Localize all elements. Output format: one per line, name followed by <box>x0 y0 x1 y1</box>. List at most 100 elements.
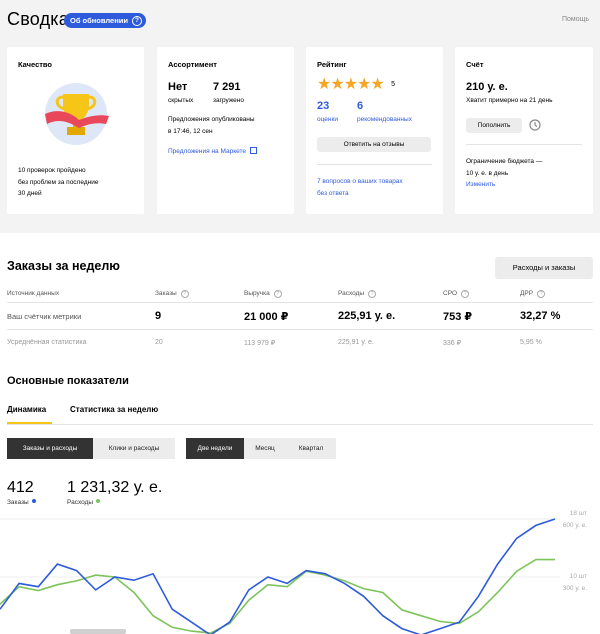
market-offers-link-label: Предложения на Маркете <box>168 148 247 155</box>
expenses-line <box>0 558 555 634</box>
divider <box>7 424 593 425</box>
quality-text-line: 10 проверок пройдено <box>18 167 86 174</box>
rating-stars: ★★★★★ 5 <box>317 74 395 94</box>
expenses-total: 1 231,32 у. е. <box>67 479 163 496</box>
col-orders: Заказы? <box>155 290 189 298</box>
tab-dynamics[interactable]: Динамика <box>7 405 46 414</box>
info-icon[interactable]: ? <box>368 290 377 298</box>
row-orders: 9 <box>155 310 162 322</box>
account-card: Счёт 210 у. е. Хватит примерно на 21 ден… <box>455 47 593 214</box>
unanswered-questions-link[interactable]: 7 вопросов о ваших товарах без ответа <box>317 176 403 199</box>
reviews-label[interactable]: оценки <box>317 114 338 126</box>
divider <box>7 302 593 303</box>
col-cpo: CPO? <box>443 290 470 298</box>
loaded-label: загружено <box>213 97 244 104</box>
row-source: Усреднённая статистика <box>7 339 87 346</box>
row-cpo: 753 ₽ <box>443 311 473 323</box>
row-drr: 32,27 % <box>520 310 561 322</box>
summary-panel: Сводка Об обновлении? Помощь Качество 10… <box>0 0 600 233</box>
col-revenue: Выручка? <box>244 290 282 298</box>
rating-card: Рейтинг ★★★★★ 5 23 оценки 6 рекомендован… <box>306 47 443 214</box>
row-expenses: 225,91 у. е. <box>338 310 396 322</box>
row-revenue: 113 979 ₽ <box>244 340 276 347</box>
col-cpo-label: CPO <box>443 290 458 297</box>
history-icon[interactable] <box>528 118 542 132</box>
topup-button[interactable]: Пополнить <box>466 118 522 133</box>
tab-weekly-stats[interactable]: Статистика за неделю <box>70 405 158 414</box>
account-title: Счёт <box>466 60 484 69</box>
budget-line: Ограничение бюджета — <box>466 158 543 165</box>
quality-card: Качество 10 проверок пройдено без пробле… <box>7 47 144 214</box>
loaded-count: 7 291 <box>213 81 241 93</box>
budget-limit: Ограничение бюджета — 10 у. е. в день <box>466 156 542 179</box>
seg-orders-expenses[interactable]: Заказы и расходы <box>7 438 93 459</box>
market-offers-link[interactable]: Предложения на Маркете <box>168 146 257 158</box>
divider <box>7 329 593 330</box>
trophy-icon <box>45 83 109 145</box>
metrics-title: Основные показатели <box>7 375 129 387</box>
help-link[interactable]: Помощь <box>562 16 589 23</box>
external-link-icon <box>249 147 257 154</box>
orders-total: 412 <box>7 479 34 496</box>
star-icon: ★ <box>317 76 331 93</box>
hidden-count: Нет <box>168 81 188 93</box>
seg-two-weeks[interactable]: Две недели <box>186 438 244 459</box>
reviews-count[interactable]: 23 <box>317 100 329 112</box>
published-line: Предложения опубликованы <box>168 116 255 123</box>
star-icon: ★ <box>357 76 371 93</box>
answer-reviews-button[interactable]: Ответить на отзывы <box>317 137 431 152</box>
rating-title: Рейтинг <box>317 60 347 69</box>
questions-line: 7 вопросов о ваших товарах <box>317 178 403 185</box>
info-icon[interactable]: ? <box>180 290 189 298</box>
budget-line: 10 у. е. в день <box>466 169 509 177</box>
recommended-count[interactable]: 6 <box>357 100 363 112</box>
page-title: Сводка <box>7 9 69 29</box>
col-drr-label: ДРР <box>520 290 534 297</box>
change-budget-link[interactable]: Изменить <box>466 179 495 191</box>
updates-badge[interactable]: Об обновлении? <box>64 13 146 28</box>
scrollbar[interactable] <box>70 629 126 634</box>
dynamics-chart <box>0 518 560 634</box>
balance-forecast: Хватит примерно на 21 день <box>466 97 553 104</box>
quality-title: Качество <box>18 60 53 69</box>
seg-month[interactable]: Месяц <box>244 438 286 459</box>
info-icon[interactable]: ? <box>461 290 470 298</box>
info-icon: ? <box>131 15 142 26</box>
assortment-card: Ассортимент Нет скрытых 7 291 загружено … <box>157 47 294 214</box>
col-expenses-label: Расходы <box>338 290 365 297</box>
col-orders-label: Заказы <box>155 290 177 297</box>
row-cpo: 336 ₽ <box>443 340 462 347</box>
row-revenue: 21 000 ₽ <box>244 311 289 323</box>
divider <box>317 164 432 165</box>
orders-title: Заказы за неделю <box>7 259 120 273</box>
published-line: в 17:46, 12 сен <box>168 127 213 135</box>
questions-line: без ответа <box>317 189 349 197</box>
col-source: Источник данных <box>7 290 60 297</box>
recommended-label[interactable]: рекомендованных <box>357 114 412 126</box>
col-drr: ДРР? <box>520 290 546 298</box>
expenses-orders-button[interactable]: Расходы и заказы <box>495 257 593 279</box>
quality-text: 10 проверок пройдено без проблем за посл… <box>18 165 98 200</box>
published-text: Предложения опубликованы в 17:46, 12 сен <box>168 114 255 137</box>
orders-dot <box>31 499 36 503</box>
star-icon: ★ <box>370 76 384 93</box>
info-icon[interactable]: ? <box>537 290 546 298</box>
expenses-dot <box>96 499 101 503</box>
seg-clicks-expenses[interactable]: Клики и расходы <box>93 438 175 459</box>
account-balance: 210 у. е. <box>466 81 508 93</box>
col-revenue-label: Выручка <box>244 290 270 297</box>
updates-badge-label: Об обновлении <box>70 16 128 25</box>
assortment-title: Ассортимент <box>168 60 217 69</box>
seg-quarter[interactable]: Квартал <box>286 438 336 459</box>
star-icon: ★ <box>343 76 358 93</box>
col-expenses: Расходы? <box>338 290 377 298</box>
star-icon: ★ <box>330 76 344 93</box>
quality-text-line: 30 дней <box>18 190 42 197</box>
row-orders: 20 <box>155 339 163 346</box>
row-expenses: 225,91 у. е. <box>338 339 374 346</box>
row-drr: 5,95 % <box>520 339 542 346</box>
quality-text-line: без проблем за последние <box>18 178 99 186</box>
info-icon[interactable]: ? <box>273 290 282 298</box>
hidden-label: скрытых <box>168 97 194 104</box>
rating-value: 5 <box>391 81 396 88</box>
